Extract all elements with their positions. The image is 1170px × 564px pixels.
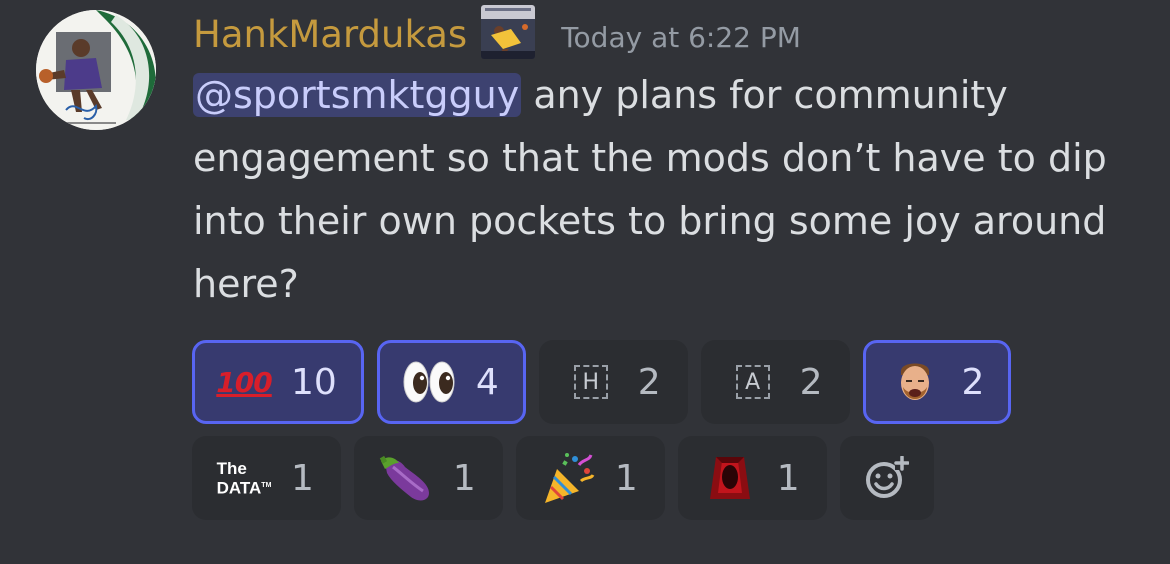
reaction-count: 1	[614, 457, 638, 499]
message-header: HankMardukas Today at 6:22 PM	[193, 5, 801, 60]
user-avatar[interactable]	[36, 10, 156, 130]
reaction-count: 4	[475, 361, 499, 403]
reaction-count: 2	[799, 361, 823, 403]
reaction-red-cape[interactable]: 1	[677, 436, 827, 520]
reaction-the-data[interactable]: The DATATM 1	[192, 436, 341, 520]
message-content: @sportsmktgguy any plans for community e…	[193, 64, 1143, 316]
custom-emoji-a-icon: A	[726, 355, 780, 409]
reaction-eyes[interactable]: 4	[376, 340, 526, 424]
reaction-hundred-points[interactable]: 100 10	[192, 340, 364, 424]
reaction-count: 1	[291, 457, 314, 499]
reaction-count: 1	[776, 457, 800, 499]
reaction-custom-h[interactable]: H 2	[538, 340, 688, 424]
reaction-custom-a[interactable]: A 2	[700, 340, 850, 424]
the-data-logo-emoji: The DATATM	[216, 458, 272, 498]
reaction-count: 1	[452, 457, 476, 499]
eggplant-emoji	[379, 451, 433, 505]
user-mention[interactable]: @sportsmktgguy	[193, 73, 522, 117]
reaction-eggplant[interactable]: 1	[353, 436, 503, 520]
hundred-points-emoji: 100	[216, 365, 272, 399]
username[interactable]: HankMardukas	[193, 13, 467, 56]
custom-emoji-h-icon: H	[564, 355, 618, 409]
red-cape-emoji	[703, 451, 757, 505]
reactions-bar: 100 10 4 H 2 A 2 2 The DATATM 1 1 1 1	[192, 340, 1092, 532]
reaction-count: 2	[961, 361, 985, 403]
reaction-mcgregor-face[interactable]: 2	[862, 340, 1012, 424]
add-reaction-button[interactable]	[839, 436, 934, 520]
role-icon[interactable]	[481, 5, 536, 59]
add-reaction-icon	[865, 456, 909, 498]
eyes-emoji	[402, 355, 456, 409]
reactions-row-2: The DATATM 1 1 1 1	[192, 436, 1092, 520]
mcgregor-face-emoji	[888, 355, 942, 409]
reaction-count: 10	[291, 361, 337, 403]
message-timestamp: Today at 6:22 PM	[561, 20, 801, 54]
reaction-count: 2	[637, 361, 661, 403]
reaction-party-popper[interactable]: 1	[515, 436, 665, 520]
party-popper-emoji	[541, 451, 595, 505]
chat-message: HankMardukas Today at 6:22 PM @sportsmkt…	[0, 0, 1170, 564]
reactions-row-1: 100 10 4 H 2 A 2 2	[192, 340, 1092, 424]
